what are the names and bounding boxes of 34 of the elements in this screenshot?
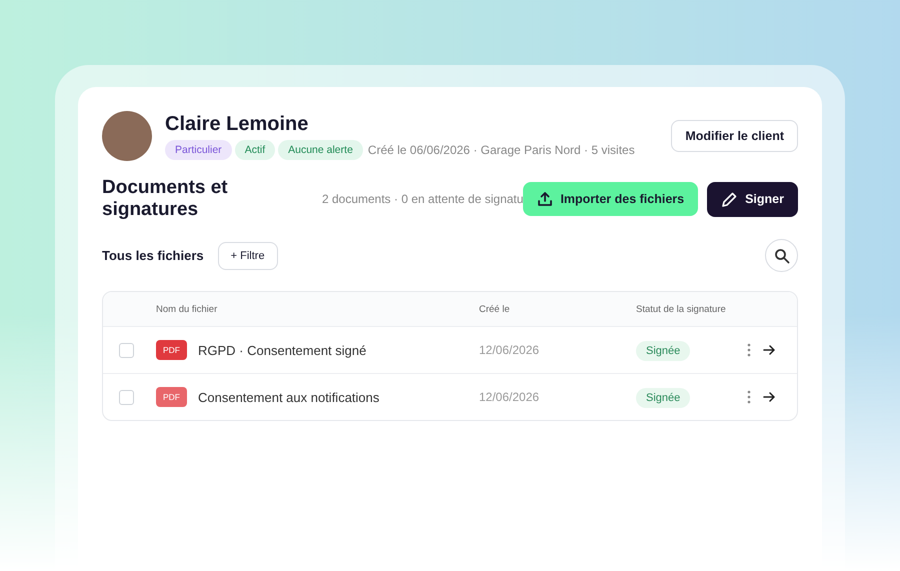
column-header: Statut de la signature [636, 304, 727, 314]
row-checkbox[interactable] [119, 390, 134, 404]
more-icon[interactable] [747, 343, 751, 357]
filter-label: Tous les fichiers [102, 248, 204, 263]
edit-client-button[interactable]: Modifier le client [671, 120, 798, 152]
import-files-button[interactable]: Importer des fichiers [523, 182, 698, 216]
file-type-badge: PDF [156, 340, 187, 360]
row-checkbox[interactable] [119, 342, 134, 358]
tag: Aucune alerte [278, 140, 363, 160]
pencil-icon [721, 190, 738, 208]
date-cell-text: 12/06/2026 [479, 343, 540, 357]
column-header: Créé le [479, 304, 511, 314]
section-summary: 2 documents · 0 en attente de signatu [322, 192, 524, 206]
status-badge: Signée [636, 341, 690, 361]
more-icon[interactable] [747, 390, 751, 404]
file-type-badge: PDF [156, 387, 187, 407]
file-name[interactable]: Consentement aux notifications [198, 390, 380, 404]
column-header: Nom du fichier [156, 304, 218, 314]
tag: Particulier [165, 140, 232, 160]
client-name: Claire Lemoine [165, 112, 310, 136]
search-button[interactable] [765, 239, 798, 272]
sign-button[interactable]: Signer [707, 182, 798, 216]
add-filter-button[interactable]: + Filtre [218, 242, 278, 270]
arrow-right-icon[interactable] [763, 345, 775, 355]
avatar [102, 111, 152, 161]
tag: Actif [234, 140, 276, 160]
status-badge: Signée [636, 388, 690, 408]
upload-icon [537, 191, 554, 207]
search-icon [774, 248, 790, 264]
file-name[interactable]: RGPD · Consentement signé [198, 342, 366, 358]
section-title: Documents et signatures [102, 177, 229, 221]
arrow-right-icon[interactable] [763, 392, 775, 402]
date-cell-text: 12/06/2026 [479, 390, 540, 404]
client-meta: Créé le 06/06/2026 · Garage Paris Nord · 5 visites [368, 142, 635, 156]
